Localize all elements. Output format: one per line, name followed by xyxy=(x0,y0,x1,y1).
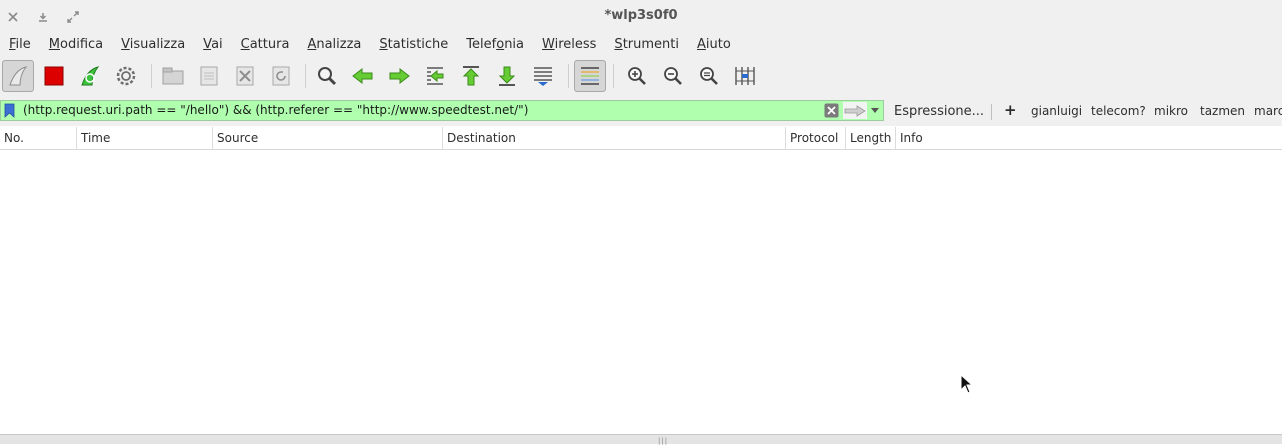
open-file-icon[interactable] xyxy=(157,60,189,92)
filter-button-marc[interactable]: marc xyxy=(1254,104,1282,118)
resize-columns-icon[interactable] xyxy=(729,60,761,92)
column-header-time[interactable]: Time xyxy=(77,127,213,149)
column-header-info[interactable]: Info xyxy=(896,127,1282,149)
toolbar-separator xyxy=(568,64,569,88)
column-header-no[interactable]: No. xyxy=(0,127,77,149)
title-bar: *wlp3s0f0 xyxy=(0,0,1282,33)
find-packet-icon[interactable] xyxy=(311,60,343,92)
menu-file[interactable]: File xyxy=(0,33,40,57)
start-capture-icon[interactable] xyxy=(2,60,34,92)
zoom-in-icon[interactable] xyxy=(621,60,653,92)
apply-filter-icon[interactable] xyxy=(843,102,867,119)
menu-strumenti[interactable]: Strumenti xyxy=(605,33,688,57)
column-header-source[interactable]: Source xyxy=(213,127,443,149)
go-back-icon[interactable] xyxy=(347,60,379,92)
filter-bar-separator xyxy=(991,104,992,120)
menu-bar: File Modifica Visualizza Vai Cattura Ana… xyxy=(0,33,1282,57)
go-forward-icon[interactable] xyxy=(383,60,415,92)
colorize-icon[interactable] xyxy=(574,60,606,92)
filter-button-telecom[interactable]: telecom? xyxy=(1091,104,1146,118)
toolbar-separator xyxy=(613,64,614,88)
go-to-packet-icon[interactable] xyxy=(419,60,451,92)
filter-history-dropdown-icon[interactable] xyxy=(870,104,880,120)
bookmark-icon[interactable] xyxy=(4,103,15,122)
packet-list-header: No. Time Source Destination Protocol Len… xyxy=(0,127,1282,150)
menu-wireless[interactable]: Wireless xyxy=(533,33,605,57)
menu-analizza[interactable]: Analizza xyxy=(298,33,370,57)
column-header-length[interactable]: Length xyxy=(846,127,896,149)
pane-splitter[interactable]: ||| xyxy=(0,434,1282,445)
display-filter-text: (http.request.uri.path == "/hello") && (… xyxy=(23,103,529,117)
restart-capture-icon[interactable] xyxy=(74,60,106,92)
add-filter-button[interactable]: + xyxy=(1004,101,1017,119)
filter-button-gianluigi[interactable]: gianluigi xyxy=(1031,104,1082,118)
menu-statistiche[interactable]: Statistiche xyxy=(370,33,457,57)
main-toolbar xyxy=(0,57,1282,96)
filter-button-mikro[interactable]: mikro xyxy=(1154,104,1188,118)
last-packet-icon[interactable] xyxy=(491,60,523,92)
display-filter-bar: (http.request.uri.path == "/hello") && (… xyxy=(0,96,1282,126)
toolbar-separator xyxy=(305,64,306,88)
save-file-icon[interactable] xyxy=(193,60,225,92)
normal-size-icon[interactable] xyxy=(693,60,725,92)
mouse-cursor-icon xyxy=(960,373,974,398)
window-title: *wlp3s0f0 xyxy=(604,8,678,23)
close-file-icon[interactable] xyxy=(229,60,261,92)
first-packet-icon[interactable] xyxy=(455,60,487,92)
packet-list[interactable] xyxy=(0,150,1282,434)
menu-cattura[interactable]: Cattura xyxy=(232,33,299,57)
menu-vai[interactable]: Vai xyxy=(194,33,231,57)
menu-aiuto[interactable]: Aiuto xyxy=(688,33,740,57)
column-header-protocol[interactable]: Protocol xyxy=(786,127,846,149)
column-header-destination[interactable]: Destination xyxy=(443,127,786,149)
clear-filter-icon[interactable] xyxy=(824,103,839,122)
expression-button[interactable]: Espressione... xyxy=(894,104,984,119)
display-filter-input[interactable]: (http.request.uri.path == "/hello") && (… xyxy=(0,100,884,121)
menu-visualizza[interactable]: Visualizza xyxy=(112,33,194,57)
capture-options-icon[interactable] xyxy=(110,60,142,92)
auto-scroll-icon[interactable] xyxy=(527,60,559,92)
stop-capture-icon[interactable] xyxy=(38,60,70,92)
reload-file-icon[interactable] xyxy=(265,60,297,92)
menu-telefonia[interactable]: Telefonia xyxy=(457,33,533,57)
zoom-out-icon[interactable] xyxy=(657,60,689,92)
filter-button-tazmen[interactable]: tazmen xyxy=(1200,104,1245,118)
menu-modifica[interactable]: Modifica xyxy=(40,33,112,57)
toolbar-separator xyxy=(151,64,152,88)
